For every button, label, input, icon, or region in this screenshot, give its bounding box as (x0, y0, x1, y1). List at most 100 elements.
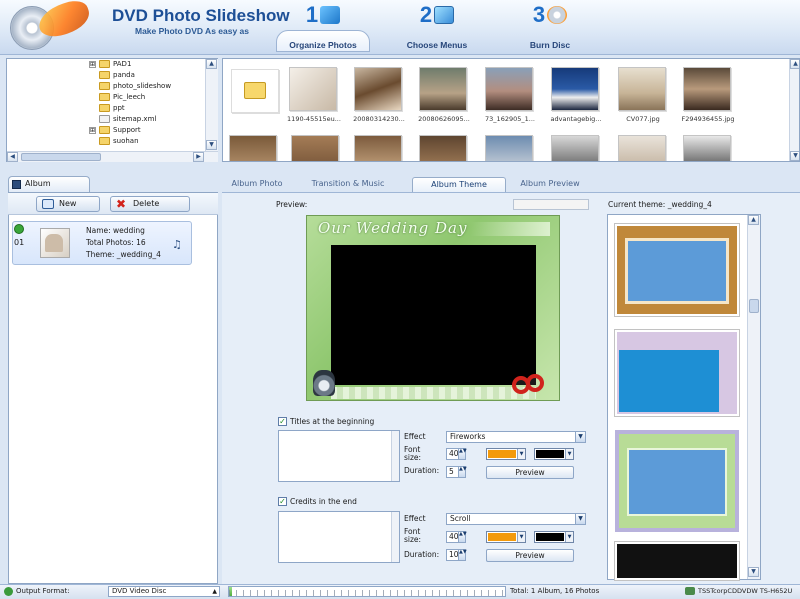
step-number: 2 (419, 2, 433, 27)
chevron-down-icon[interactable]: ▼ (565, 449, 573, 459)
tree-item[interactable]: photo_slideshow (99, 82, 171, 93)
theme-item-selected[interactable] (615, 430, 739, 532)
scroll-up-icon[interactable]: ▲ (790, 59, 799, 69)
photo-thumb[interactable] (485, 67, 533, 111)
photo-thumb[interactable] (289, 67, 337, 111)
tree-item[interactable]: suohan (99, 137, 139, 148)
scroll-down-icon[interactable]: ▼ (748, 567, 759, 577)
tree-item[interactable]: ⊞ PAD1 (89, 60, 131, 71)
output-format-select[interactable]: DVD Video Disc ▲ (108, 586, 220, 597)
credits-effect-select[interactable]: Scroll ▼ (446, 513, 586, 525)
scroll-down-icon[interactable]: ▼ (206, 140, 217, 150)
theme-item[interactable] (615, 542, 739, 580)
app-subtitle: Make Photo DVD As easy as (135, 26, 250, 36)
tab-album-theme[interactable]: Album Theme (412, 177, 506, 192)
photo-thumb[interactable] (291, 135, 339, 161)
photo-thumb[interactable] (354, 135, 402, 161)
chevron-down-icon[interactable]: ▼ (517, 532, 525, 542)
spin-arrows-icon[interactable]: ▲▼ (458, 532, 467, 542)
tree-item[interactable]: ⊞ Support (89, 126, 141, 137)
delete-album-button[interactable]: ✖ Delete (110, 196, 190, 212)
output-format-label: Output Format: (16, 587, 70, 595)
credits-font-size-stepper[interactable]: 40 ▲▼ (446, 531, 467, 543)
scroll-thumb[interactable] (749, 299, 759, 313)
step-organize-photos[interactable]: 1 Organize Photos (268, 2, 378, 54)
credits-font-size-label: Font size: (404, 527, 422, 544)
chevron-up-icon[interactable]: ▲ (212, 587, 217, 596)
folder-tree[interactable]: ⊞ PAD1 panda photo_slideshow Pic_leech pp… (6, 58, 218, 162)
credits-duration-stepper[interactable]: 10 ▲▼ (446, 549, 467, 561)
titles-text-scrollbar[interactable] (391, 431, 399, 481)
folder-up-thumb[interactable] (231, 69, 279, 113)
step-burn-disc[interactable]: 3 Burn Disc (495, 2, 605, 54)
credits-text-input[interactable] (278, 511, 400, 563)
drive-icon (685, 587, 695, 595)
titles-bg-color-picker[interactable]: ▼ (534, 448, 574, 460)
scroll-down-icon[interactable]: ▼ (790, 151, 799, 161)
credits-checkbox[interactable]: ✓ (278, 497, 287, 506)
folder-icon (99, 137, 110, 145)
tree-item-label: suohan (113, 137, 139, 145)
photo-thumb[interactable] (683, 67, 731, 111)
photo-thumb[interactable] (354, 67, 402, 111)
expand-icon[interactable]: ⊞ (89, 126, 96, 134)
folder-icon (99, 71, 110, 79)
scroll-up-icon[interactable]: ▲ (748, 215, 759, 225)
spin-arrows-icon[interactable]: ▲▼ (458, 467, 467, 477)
titles-checkbox[interactable]: ✓ (278, 417, 287, 426)
photo-thumb[interactable] (419, 135, 467, 161)
tree-item[interactable]: sitemap.xml (99, 115, 156, 126)
photo-thumb[interactable] (683, 135, 731, 161)
tab-album-preview[interactable]: Album Preview (512, 177, 588, 192)
titles-effect-select[interactable]: Fireworks ▼ (446, 431, 586, 443)
theme-item[interactable] (615, 224, 739, 316)
scroll-up-icon[interactable]: ▲ (206, 59, 217, 69)
photo-thumb[interactable] (618, 135, 666, 161)
thumb-caption: 20080314230... (353, 115, 405, 123)
photo-thumb[interactable] (618, 67, 666, 111)
chevron-down-icon[interactable]: ▼ (575, 432, 585, 442)
titles-font-size-stepper[interactable]: 40 ▲▼ (446, 448, 467, 460)
spin-arrows-icon[interactable]: ▲▼ (458, 449, 467, 459)
titles-bg-color-swatch (536, 450, 564, 458)
folder-icon (244, 82, 266, 99)
tree-vertical-scrollbar[interactable]: ▲ ▼ (205, 59, 218, 151)
photo-thumb[interactable] (229, 135, 277, 161)
folder-icon (99, 104, 110, 112)
photo-thumb[interactable] (551, 67, 599, 111)
step-choose-menus[interactable]: 2 Choose Menus (382, 2, 492, 54)
expand-icon[interactable]: ⊞ (89, 60, 96, 68)
photo-browser[interactable]: 1190-45515eu... 20080314230... 200806260… (222, 58, 800, 162)
tree-item[interactable]: panda (99, 71, 135, 82)
theme-item[interactable] (615, 330, 739, 416)
credits-font-color-picker[interactable]: ▼ (486, 531, 526, 543)
scroll-left-icon[interactable]: ◀ (7, 152, 18, 162)
tab-transition-music[interactable]: Transition & Music (302, 177, 394, 192)
titles-text-input[interactable] (278, 430, 400, 482)
theme-list-scrollbar[interactable]: ▲ ▼ (747, 215, 760, 579)
scroll-thumb[interactable] (21, 153, 101, 161)
photo-thumb[interactable] (485, 135, 533, 161)
chevron-down-icon[interactable]: ▼ (565, 532, 573, 542)
scroll-right-icon[interactable]: ▶ (193, 152, 204, 162)
spin-arrows-icon[interactable]: ▲▼ (458, 550, 467, 560)
music-note-icon: ♫ (172, 238, 182, 251)
credits-bg-color-picker[interactable]: ▼ (534, 531, 574, 543)
photo-thumb[interactable] (419, 67, 467, 111)
titles-duration-stepper[interactable]: 5 ▲▼ (446, 466, 467, 478)
credits-preview-button[interactable]: Preview (486, 549, 574, 562)
tree-horizontal-scrollbar[interactable]: ◀ ▶ (7, 151, 218, 162)
titles-preview-button[interactable]: Preview (486, 466, 574, 479)
chevron-down-icon[interactable]: ▼ (575, 514, 585, 524)
tree-item[interactable]: ppt (99, 104, 125, 115)
photo-browser-scrollbar[interactable]: ▲ ▼ (789, 59, 799, 161)
tab-album-photo[interactable]: Album Photo (228, 177, 286, 192)
titles-font-color-picker[interactable]: ▼ (486, 448, 526, 460)
credits-text-scrollbar[interactable] (391, 512, 399, 562)
photo-thumb[interactable] (551, 135, 599, 161)
step-label: Organize Photos (289, 40, 357, 50)
tree-item[interactable]: Pic_leech (99, 93, 145, 104)
new-album-button[interactable]: New (36, 196, 100, 212)
chevron-down-icon[interactable]: ▼ (517, 449, 525, 459)
album-icon (12, 180, 21, 189)
